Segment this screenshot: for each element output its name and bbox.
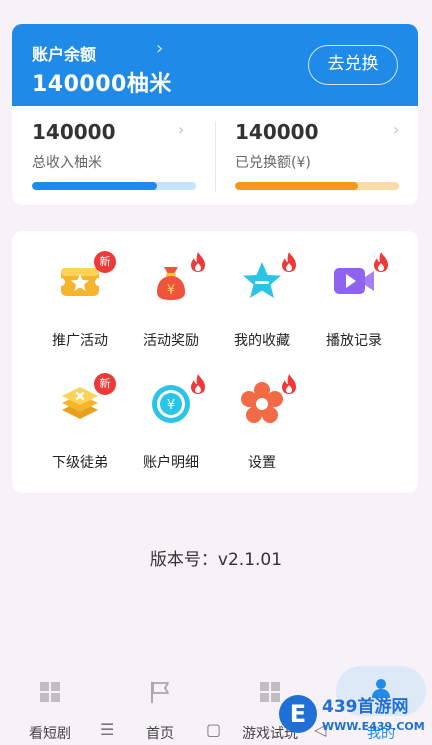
menu-item-settings[interactable]: 设置 bbox=[216, 367, 306, 471]
menu-item-account-details[interactable]: ¥ 账户明细 bbox=[125, 367, 215, 471]
new-badge: 新 bbox=[94, 373, 116, 395]
flame-icon bbox=[191, 252, 205, 272]
chevron-right-icon: › bbox=[393, 120, 400, 139]
total-income-progress-fill bbox=[32, 182, 157, 190]
menu-item-activity-reward[interactable]: ¥ 活动奖励 bbox=[125, 245, 215, 349]
new-badge: 新 bbox=[94, 251, 116, 273]
menu-item-label: 设置 bbox=[248, 455, 276, 471]
settings-flower-icon bbox=[241, 382, 283, 423]
star-icon bbox=[243, 262, 281, 298]
balance-card: 账户余额 › 140000柚米 去兑换 140000 › 总收入柚米 14000… bbox=[12, 24, 418, 205]
tab-label: 首页 bbox=[146, 726, 174, 742]
site-watermark-logo: E 439首游网 WWW.E439.COM bbox=[279, 695, 425, 733]
flame-icon bbox=[374, 252, 388, 272]
yuan-coin-icon: ¥ bbox=[152, 385, 190, 423]
flame-icon bbox=[282, 252, 296, 272]
balance-amount: 140000柚米 bbox=[32, 72, 172, 97]
recent-apps-button[interactable]: ☰ bbox=[100, 720, 114, 739]
exchanged-amount-label: 已兑换额(¥) bbox=[235, 155, 311, 171]
svg-text:¥: ¥ bbox=[167, 398, 175, 413]
flame-icon bbox=[191, 374, 205, 394]
money-bag-icon: ¥ bbox=[157, 267, 185, 300]
video-camera-icon bbox=[334, 268, 374, 294]
flag-icon bbox=[151, 682, 169, 703]
flame-icon bbox=[282, 374, 296, 394]
exchanged-amount-progress bbox=[235, 182, 399, 190]
total-income-label: 总收入柚米 bbox=[32, 155, 102, 171]
menu-item-label: 账户明细 bbox=[143, 455, 199, 471]
exchanged-amount-value: 140000 bbox=[235, 120, 319, 144]
total-income-value: 140000 bbox=[32, 120, 116, 144]
home-button[interactable]: ▢ bbox=[206, 720, 221, 739]
menu-item-play-history[interactable]: 播放记录 bbox=[308, 245, 398, 349]
exchange-button[interactable]: 去兑换 bbox=[308, 45, 398, 85]
exchanged-amount-stat[interactable]: 140000 › 已兑换额(¥) bbox=[215, 106, 418, 205]
menu-item-label: 播放记录 bbox=[326, 333, 382, 349]
exchanged-amount-progress-fill bbox=[235, 182, 358, 190]
balance-header[interactable]: 账户余额 › 140000柚米 去兑换 bbox=[12, 24, 418, 106]
svg-text:¥: ¥ bbox=[167, 283, 175, 298]
menu-item-favorites[interactable]: 我的收藏 bbox=[216, 245, 306, 349]
chevron-right-icon: › bbox=[156, 38, 164, 59]
total-income-progress bbox=[32, 182, 196, 190]
total-income-stat[interactable]: 140000 › 总收入柚米 bbox=[12, 106, 215, 205]
menu-item-promotion[interactable]: 新 推广活动 bbox=[34, 245, 124, 349]
menu-item-label: 活动奖励 bbox=[143, 333, 199, 349]
menu-item-label: 推广活动 bbox=[52, 333, 108, 349]
tab-short-drama[interactable]: 看短剧 bbox=[0, 650, 100, 745]
tab-home[interactable]: 首页 bbox=[110, 650, 210, 745]
grid-icon bbox=[40, 682, 60, 702]
version-text: 版本号：v2.1.01 bbox=[149, 550, 283, 570]
menu-item-label: 我的收藏 bbox=[234, 333, 290, 349]
svg-text:E: E bbox=[290, 700, 306, 728]
menu-item-label: 下级徒弟 bbox=[52, 455, 108, 471]
svg-text:WWW.E439.COM: WWW.E439.COM bbox=[322, 720, 425, 733]
tab-label: 看短剧 bbox=[29, 726, 71, 742]
balance-label: 账户余额 bbox=[32, 45, 97, 64]
chevron-right-icon: › bbox=[178, 120, 185, 139]
svg-text:439首游网: 439首游网 bbox=[322, 696, 409, 717]
menu-item-subordinates[interactable]: 新 下级徒弟 bbox=[34, 367, 124, 471]
feature-menu: 新 推广活动 ¥ 活动奖励 我的收藏 播放记录 新 下级徒弟 ¥ 账户明细 设置 bbox=[12, 231, 418, 493]
